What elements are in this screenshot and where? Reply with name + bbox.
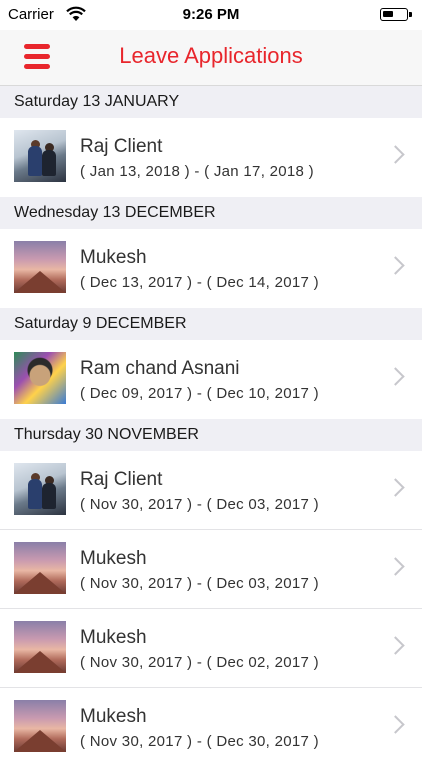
leave-date-range: ( Nov 30, 2017 ) - ( Dec 30, 2017 ) [80,733,319,750]
leave-applications-list[interactable]: Saturday 13 JANUARY Raj Client ( Jan 13, 2… [0,86,422,767]
leave-application-row[interactable]: Raj Client ( Jan 13, 2018 ) - ( Jan 17, 2… [0,118,422,197]
page-title: Leave Applications [119,43,303,68]
avatar [14,463,66,515]
leave-application-row[interactable]: Mukesh ( Nov 30, 2017 ) - ( Dec 03, 2017 … [0,530,422,609]
chevron-right-icon [386,145,405,164]
leave-date-range: ( Nov 30, 2017 ) - ( Dec 03, 2017 ) [80,575,319,592]
employee-name: Raj Client [80,469,163,490]
section-header: Thursday 30 NOVEMBER [0,419,422,451]
section-header: Saturday 13 JANUARY [0,86,422,118]
chevron-right-icon [386,256,405,275]
chevron-right-icon [386,715,405,734]
avatar [14,241,66,293]
avatar [14,621,66,673]
leave-date-range: ( Jan 13, 2018 ) - ( Jan 17, 2018 ) [80,163,314,180]
leave-application-row[interactable]: Mukesh ( Nov 30, 2017 ) - ( Dec 30, 2017 … [0,688,422,767]
employee-name: Mukesh [80,706,147,727]
avatar [14,352,66,404]
battery-icon [380,8,412,21]
leave-date-range: ( Nov 30, 2017 ) - ( Dec 03, 2017 ) [80,496,319,513]
leave-date-range: ( Nov 30, 2017 ) - ( Dec 02, 2017 ) [80,654,319,671]
avatar [14,130,66,182]
employee-name: Ram chand Asnani [80,358,240,379]
section-header: Wednesday 13 DECEMBER [0,197,422,229]
leave-date-range: ( Dec 13, 2017 ) - ( Dec 14, 2017 ) [80,274,319,291]
section-header: Saturday 9 DECEMBER [0,308,422,340]
avatar [14,542,66,594]
leave-application-row[interactable]: Ram chand Asnani ( Dec 09, 2017 ) - ( Dec… [0,340,422,419]
employee-name: Mukesh [80,247,147,268]
status-bar: Carrier 9:26 PM [0,0,422,30]
employee-name: Mukesh [80,627,147,648]
employee-name: Mukesh [80,548,147,569]
leave-date-range: ( Dec 09, 2017 ) - ( Dec 10, 2017 ) [80,385,319,402]
leave-application-row[interactable]: Mukesh ( Dec 13, 2017 ) - ( Dec 14, 2017 … [0,229,422,308]
avatar [14,700,66,752]
chevron-right-icon [386,367,405,386]
chevron-right-icon [386,478,405,497]
chevron-right-icon [386,557,405,576]
leave-application-row[interactable]: Mukesh ( Nov 30, 2017 ) - ( Dec 02, 2017 … [0,609,422,688]
leave-application-row[interactable]: Raj Client ( Nov 30, 2017 ) - ( Dec 03, 2… [0,451,422,530]
clock: 9:26 PM [182,6,240,23]
employee-name: Raj Client [80,136,163,157]
navigation-bar: Leave Applications [0,30,422,86]
chevron-right-icon [386,636,405,655]
